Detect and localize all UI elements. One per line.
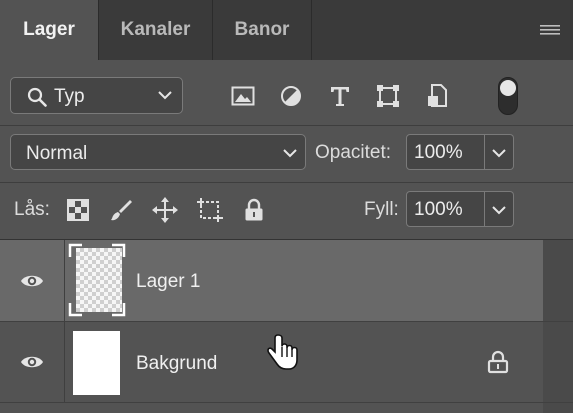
- lock-label: Lås:: [14, 199, 50, 220]
- fill-input[interactable]: 100%: [406, 191, 485, 227]
- opacity-value: 100%: [414, 142, 463, 163]
- filter-kind-select[interactable]: Typ: [10, 77, 183, 114]
- opacity-input[interactable]: 100%: [406, 134, 485, 170]
- layer-name: Bakgrund: [136, 353, 218, 374]
- smart-object-filter-icon[interactable]: [423, 82, 451, 110]
- tab-layers-label: Lager: [23, 19, 75, 40]
- eye-icon: [21, 356, 43, 368]
- layer-list-scrollbar[interactable]: [543, 240, 573, 413]
- divider: [0, 125, 573, 126]
- tab-paths[interactable]: Banor: [213, 0, 311, 60]
- panel-menu-icon[interactable]: [540, 24, 560, 38]
- toggle-knob: [500, 80, 516, 96]
- fill-value: 100%: [414, 199, 463, 220]
- tab-paths-label: Banor: [234, 19, 290, 40]
- search-icon: [27, 87, 47, 107]
- opacity-label: Opacitet:: [315, 142, 392, 163]
- tab-layers[interactable]: Lager: [0, 0, 98, 60]
- panel-tab-bar: Lager Kanaler Banor: [0, 0, 573, 60]
- filter-kind-label: Typ: [54, 86, 85, 107]
- fill-dropdown-button[interactable]: [485, 191, 514, 227]
- chevron-down-icon: [492, 149, 506, 158]
- layer-visibility-toggle[interactable]: [0, 240, 65, 321]
- layer-lock-icon: [487, 350, 509, 374]
- tab-channels[interactable]: Kanaler: [99, 0, 212, 60]
- image-filter-icon[interactable]: [229, 82, 257, 110]
- selection-corners: [68, 243, 126, 317]
- fill-label: Fyll:: [364, 199, 399, 220]
- layer-name: Lager 1: [136, 271, 201, 292]
- divider: [0, 182, 573, 183]
- chevron-down-icon: [283, 149, 297, 158]
- filter-toggle-switch[interactable]: [498, 77, 518, 115]
- layer-visibility-toggle[interactable]: [0, 322, 65, 402]
- shape-filter-icon[interactable]: [374, 82, 402, 110]
- tab-separator: [311, 0, 312, 60]
- lock-transparent-pixels-icon[interactable]: [64, 196, 92, 224]
- layers-panel: Lager Kanaler Banor Typ Normal Opacitet:…: [0, 0, 573, 413]
- chevron-down-icon: [158, 91, 172, 100]
- row-separator: [0, 402, 573, 403]
- adjustment-filter-icon[interactable]: [277, 82, 305, 110]
- lock-all-icon[interactable]: [240, 196, 268, 224]
- prevent-auto-nesting-icon[interactable]: [196, 196, 224, 224]
- hand-pointer-cursor-icon: [267, 334, 298, 370]
- blend-mode-value: Normal: [26, 143, 88, 164]
- type-filter-icon[interactable]: [326, 82, 354, 110]
- layer-row-lager-1[interactable]: Lager 1: [0, 240, 543, 321]
- lock-image-pixels-icon[interactable]: [107, 196, 135, 224]
- tab-channels-label: Kanaler: [120, 19, 191, 40]
- eye-icon: [21, 275, 43, 286]
- lock-position-icon[interactable]: [151, 196, 179, 224]
- blend-mode-select[interactable]: Normal: [10, 134, 306, 170]
- layer-thumbnail: [73, 331, 120, 395]
- opacity-dropdown-button[interactable]: [485, 134, 514, 170]
- chevron-down-icon: [492, 206, 506, 215]
